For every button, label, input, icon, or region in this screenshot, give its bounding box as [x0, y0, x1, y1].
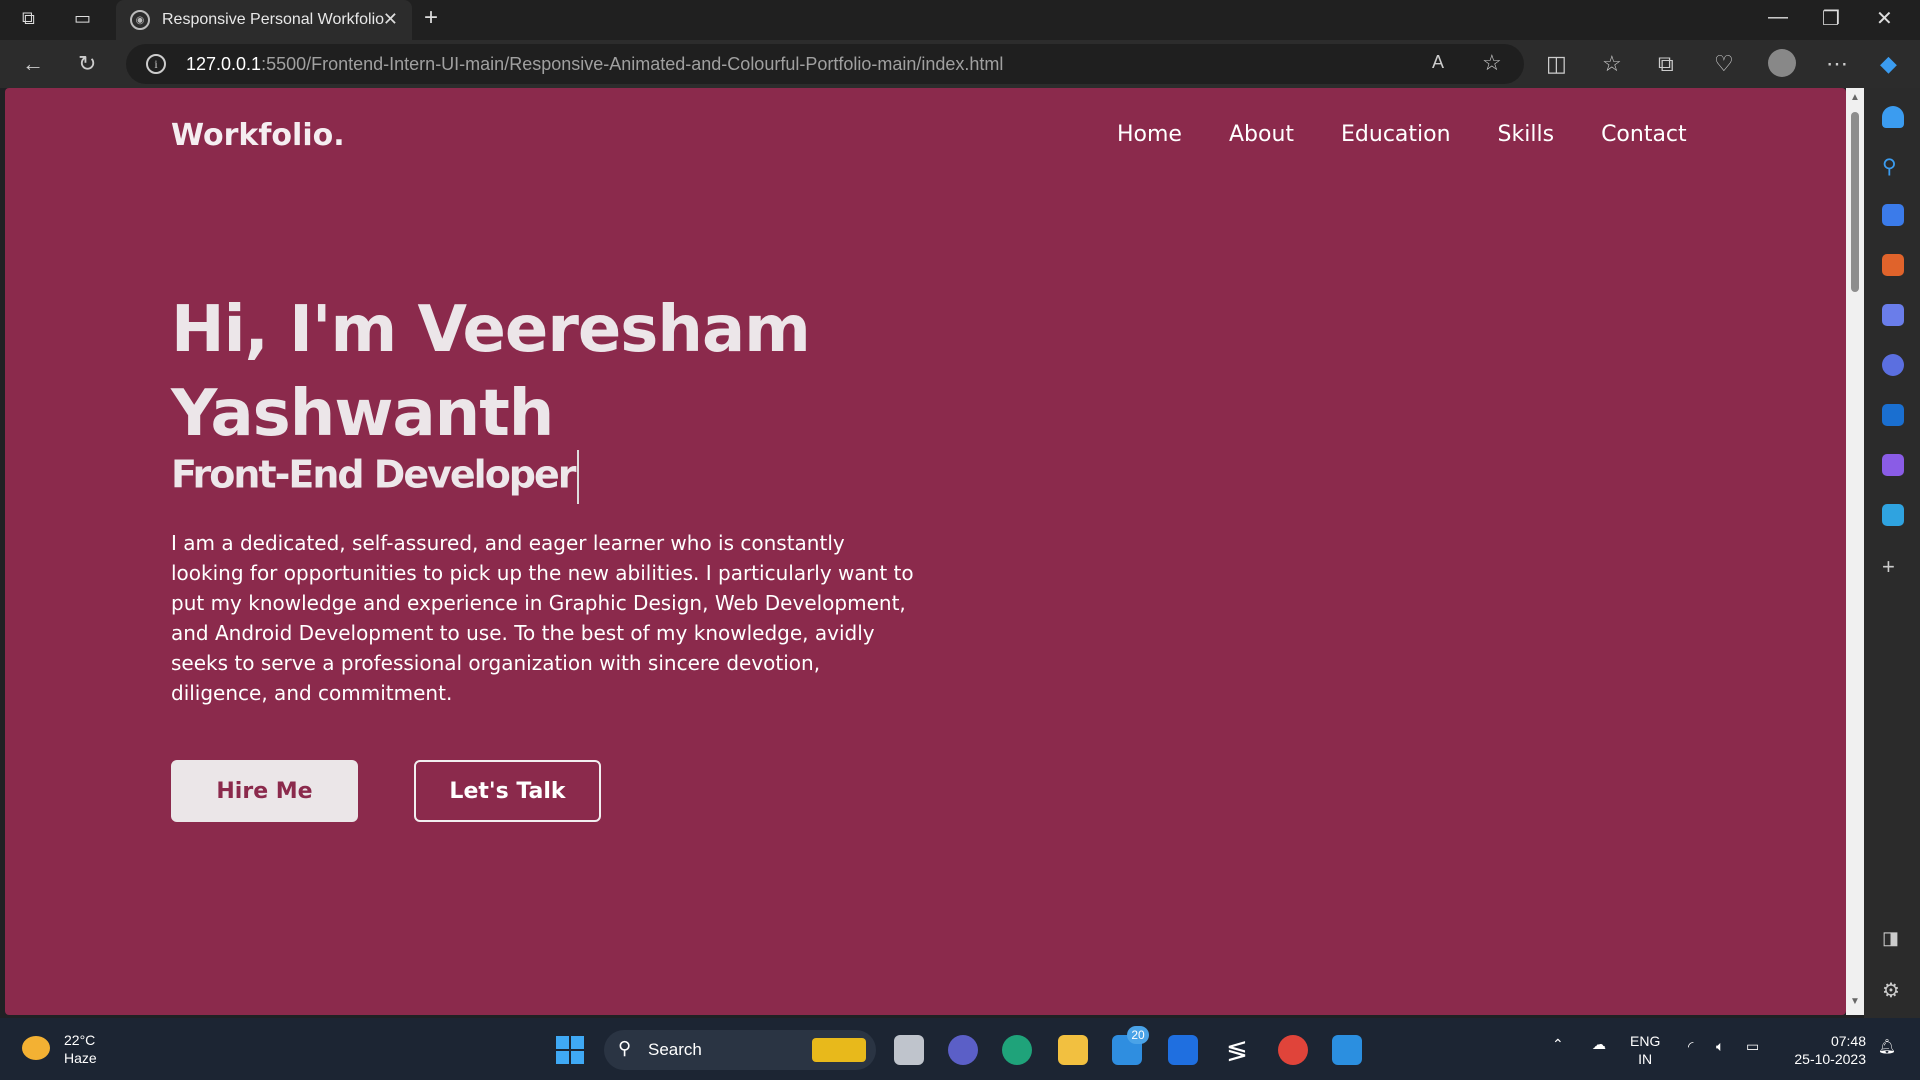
start-logo-tile: [556, 1036, 569, 1049]
games-icon[interactable]: [1882, 304, 1904, 326]
browser-title-bar: ⧉ ▭ ◉ Responsive Personal Workfolio ✕ + …: [0, 0, 1920, 40]
tab-actions-icon[interactable]: ▭: [74, 8, 91, 29]
tab-favicon-icon: ◉: [130, 10, 150, 30]
volume-icon[interactable]: 🔈︎: [1716, 1038, 1724, 1055]
typing-cursor: [576, 450, 579, 504]
taskbar-search[interactable]: ⚲ Search: [604, 1030, 876, 1070]
task-view-icon[interactable]: [894, 1035, 924, 1065]
browser-essentials-icon[interactable]: ♡: [1714, 51, 1734, 77]
tray-overflow-icon[interactable]: ⌃: [1552, 1036, 1564, 1053]
language-indicator[interactable]: ENG IN: [1630, 1032, 1660, 1068]
hide-sidebar-icon[interactable]: ◨: [1882, 928, 1904, 950]
scroll-down-icon[interactable]: ▼: [1850, 996, 1860, 1007]
url-path: :5500/Frontend-Intern-UI-main/Responsive…: [261, 54, 1004, 74]
weather-condition: Haze: [64, 1050, 97, 1066]
mail-unread-badge: 20: [1127, 1026, 1149, 1044]
edge-taskbar-icon[interactable]: [1002, 1035, 1032, 1065]
collections-icon[interactable]: ⧉: [1658, 51, 1674, 77]
lets-talk-button[interactable]: Let's Talk: [414, 760, 601, 822]
split-screen-icon[interactable]: ◫: [1546, 51, 1567, 77]
file-explorer-icon[interactable]: [1058, 1035, 1088, 1065]
sublime-style-icon[interactable]: ≶: [1222, 1035, 1252, 1065]
sidebar-settings-icon[interactable]: ⚙: [1882, 978, 1904, 1002]
hero-subtitle-text: Front-End Developer: [171, 452, 577, 497]
address-bar[interactable]: i 127.0.0.1:5500/Frontend-Intern-UI-main…: [126, 44, 1524, 84]
shopping-tag-icon[interactable]: [1882, 204, 1904, 226]
workspaces-icon[interactable]: ⧉: [22, 8, 35, 29]
nav-about[interactable]: About: [1229, 122, 1294, 147]
nav-contact[interactable]: Contact: [1601, 122, 1687, 147]
window-close-icon[interactable]: ✕: [1876, 6, 1893, 31]
designer-icon[interactable]: [1882, 454, 1904, 476]
battery-icon[interactable]: ▭: [1746, 1038, 1759, 1055]
start-logo-tile: [571, 1036, 584, 1049]
refresh-icon[interactable]: ↻: [78, 51, 96, 77]
wifi-icon[interactable]: ◜: [1688, 1038, 1693, 1055]
search-icon[interactable]: ⚲: [1882, 154, 1904, 178]
weather-temperature: 22°C: [64, 1032, 96, 1048]
search-highlight-art: [812, 1038, 866, 1062]
restore-icon[interactable]: ❐: [1822, 6, 1840, 31]
hero-subtitle: Front-End Developer: [171, 450, 579, 504]
clock[interactable]: 07:48 25-10-2023: [1786, 1032, 1866, 1068]
read-aloud-icon[interactable]: A: [1432, 52, 1444, 73]
new-tab-icon[interactable]: +: [424, 4, 438, 32]
hero-description: I am a dedicated, self-assured, and eage…: [171, 531, 914, 705]
outlook-icon[interactable]: [1882, 404, 1904, 426]
tools-icon[interactable]: [1882, 254, 1904, 276]
tab-close-icon[interactable]: ✕: [383, 9, 398, 30]
edge-sidebar: ⚲ + ◨ ⚙: [1864, 88, 1920, 1018]
minimize-icon[interactable]: —: [1768, 6, 1788, 29]
portfolio-page: Workfolio. Home About Education Skills C…: [5, 88, 1846, 1015]
url-text[interactable]: 127.0.0.1:5500/Frontend-Intern-UI-main/R…: [186, 54, 1003, 75]
drop-icon[interactable]: [1882, 504, 1904, 526]
notification-bell-icon[interactable]: 🔔︎: [1878, 1038, 1896, 1055]
site-nav: Home About Education Skills Contact: [1117, 122, 1687, 147]
hire-me-button[interactable]: Hire Me: [171, 760, 358, 822]
site-logo[interactable]: Workfolio.: [171, 118, 345, 153]
nav-education[interactable]: Education: [1341, 122, 1451, 147]
language-code: ENG: [1630, 1033, 1661, 1049]
teams-chat-icon[interactable]: [948, 1035, 978, 1065]
scrollbar-thumb[interactable]: [1851, 112, 1859, 292]
tab-title: Responsive Personal Workfolio: [162, 11, 385, 28]
browser-tab-active[interactable]: ◉ Responsive Personal Workfolio ✕: [116, 0, 412, 40]
more-options-icon[interactable]: ⋯: [1826, 51, 1848, 77]
scroll-up-icon[interactable]: ▲: [1850, 92, 1860, 103]
url-host: 127.0.0.1: [186, 54, 262, 74]
chrome-icon[interactable]: [1278, 1035, 1308, 1065]
profile-avatar[interactable]: [1768, 49, 1796, 77]
notifications-icon[interactable]: [1882, 106, 1904, 128]
favorite-star-icon[interactable]: ☆: [1482, 50, 1502, 76]
clock-date: 25-10-2023: [1794, 1051, 1866, 1067]
search-icon: ⚲: [618, 1038, 632, 1058]
browser-toolbar: i 127.0.0.1:5500/Frontend-Intern-UI-main…: [0, 40, 1920, 88]
haze-sun-icon: [22, 1036, 50, 1060]
start-logo-tile: [571, 1051, 584, 1064]
hero-heading-line2: Yashwanth: [171, 377, 554, 451]
vscode-icon[interactable]: [1332, 1035, 1362, 1065]
site-info-icon[interactable]: i: [146, 54, 166, 74]
start-logo-tile: [556, 1051, 569, 1064]
favorites-icon[interactable]: ☆: [1602, 51, 1622, 77]
back-icon[interactable]: ←: [22, 51, 44, 77]
dropbox-icon[interactable]: [1168, 1035, 1198, 1065]
page-scrollbar[interactable]: ▲ ▼: [1846, 88, 1864, 1015]
language-region: IN: [1638, 1051, 1653, 1067]
start-button[interactable]: [556, 1036, 584, 1064]
taskbar-search-label: Search: [648, 1040, 702, 1059]
copilot-sidebar-icon[interactable]: [1882, 354, 1904, 376]
hero-heading: Hi, I'm Veeresham Yashwanth: [171, 288, 971, 456]
add-sidebar-app-icon[interactable]: +: [1882, 554, 1904, 579]
clock-time: 07:48: [1830, 1033, 1866, 1049]
nav-home[interactable]: Home: [1117, 122, 1182, 147]
nav-skills[interactable]: Skills: [1498, 122, 1555, 147]
onedrive-icon[interactable]: ☁: [1592, 1036, 1606, 1053]
hero-heading-line1: Hi, I'm Veeresham: [171, 293, 811, 367]
copilot-icon[interactable]: ◆: [1880, 51, 1897, 77]
